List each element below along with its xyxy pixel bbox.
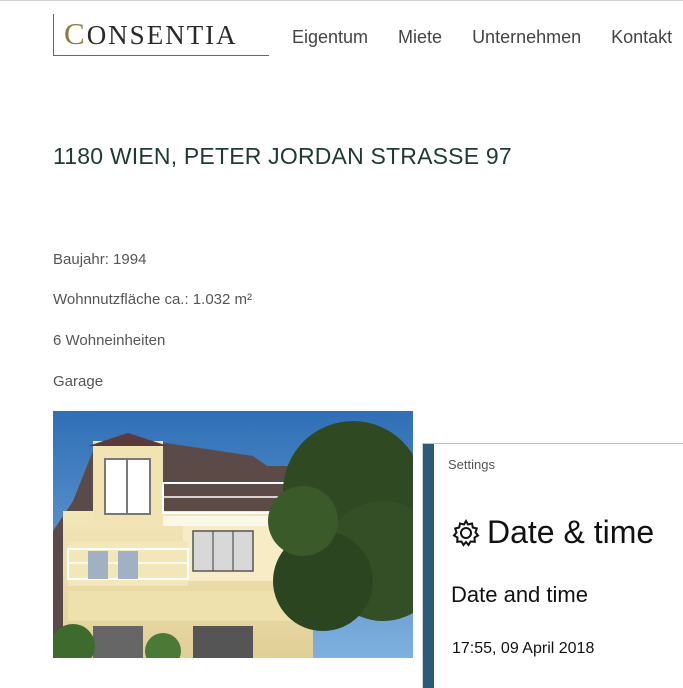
nav-item-miete[interactable]: Miete [398,27,442,48]
nav-item-eigentum[interactable]: Eigentum [292,27,368,48]
settings-accent-bar [423,444,434,688]
fact-baujahr: Baujahr: 1994 [53,251,147,268]
settings-window[interactable]: Settings Date & time Date and time 17:55… [423,443,683,688]
fact-wohnnutzflaeche: Wohnnutzfläche ca.: 1.032 m² [53,291,252,308]
nav-item-unternehmen[interactable]: Unternehmen [472,27,581,48]
settings-header: Date & time [451,514,654,551]
logo-wordmark: CONSENTIA [64,16,238,51]
building-photo-illustration [53,411,413,658]
property-title: 1180 WIEN, PETER JORDAN STRASSE 97 [53,143,512,169]
top-divider [0,0,683,1]
consentia-logo[interactable]: CONSENTIA [53,14,269,56]
page: CONSENTIA Eigentum Miete Unternehmen Kontak… [0,0,683,688]
main-nav: Eigentum Miete Unternehmen Kontakt [292,27,683,48]
date-time-section-heading: Date and time [451,582,588,607]
settings-app-name: Settings [448,457,495,472]
settings-page-title: Date & time [487,514,655,550]
building-photo[interactable] [53,411,413,658]
gear-icon [451,518,481,548]
fact-garage: Garage [53,373,104,390]
fact-wohneinheiten: 6 Wohneinheiten [53,332,166,349]
current-datetime: 17:55, 09 April 2018 [452,640,595,657]
nav-item-kontakt[interactable]: Kontakt [611,27,672,48]
